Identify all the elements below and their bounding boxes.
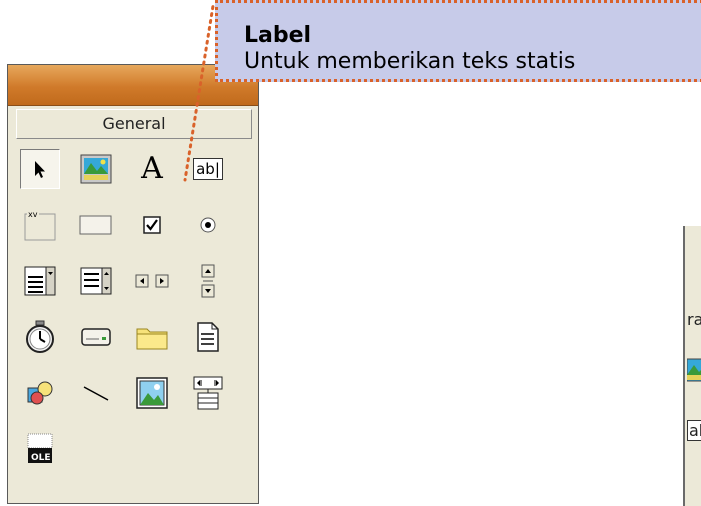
partial-toolbox-window: ra ab [683,226,701,506]
partial-textbox-fragment: ab [687,420,701,441]
callout-tooltip: Label Untuk memberikan teks statis [215,0,701,82]
partial-picturebox-icon [687,358,701,382]
callout-description: Untuk memberikan teks statis [244,49,576,74]
partial-tab-fragment: ra [687,310,701,329]
callout-title: Label [244,23,312,48]
